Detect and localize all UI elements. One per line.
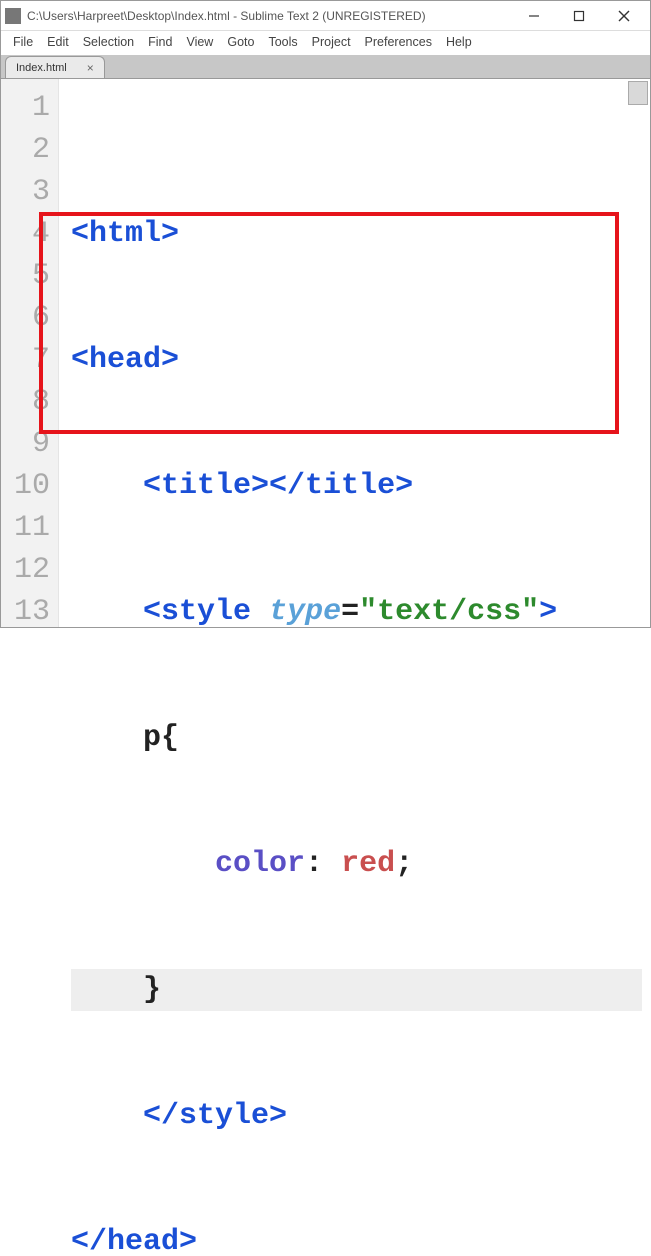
line-number: 11: [1, 507, 58, 549]
code-line: </head>: [71, 1221, 642, 1256]
tab-close-icon[interactable]: ×: [87, 61, 94, 75]
minimize-button[interactable]: [511, 2, 556, 30]
code-editor[interactable]: <html> <head> <title></title> <style typ…: [59, 79, 650, 627]
code-line: </style>: [71, 1095, 642, 1137]
code-line: <head>: [71, 339, 642, 381]
menu-edit[interactable]: Edit: [41, 33, 75, 51]
line-number: 5: [1, 255, 58, 297]
title-bar: C:\Users\Harpreet\Desktop\Index.html - S…: [1, 1, 650, 31]
line-number: 3: [1, 171, 58, 213]
code-line: }: [71, 969, 642, 1011]
close-button[interactable]: [601, 2, 646, 30]
window-buttons: [511, 2, 646, 30]
menu-find[interactable]: Find: [142, 33, 178, 51]
menu-view[interactable]: View: [180, 33, 219, 51]
line-number: 10: [1, 465, 58, 507]
window-title: C:\Users\Harpreet\Desktop\Index.html - S…: [27, 9, 511, 23]
menu-project[interactable]: Project: [306, 33, 357, 51]
code-line: <html>: [71, 213, 642, 255]
menu-tools[interactable]: Tools: [262, 33, 303, 51]
line-number: 4: [1, 213, 58, 255]
code-line: p{: [71, 717, 642, 759]
line-number-gutter: 1 2 3 4 5 6 7 8 9 10 11 12 13: [1, 79, 59, 627]
minimap[interactable]: [628, 81, 648, 105]
line-number: 6: [1, 297, 58, 339]
menu-goto[interactable]: Goto: [221, 33, 260, 51]
code-line: <title></title>: [71, 465, 642, 507]
line-number: 13: [1, 591, 58, 633]
line-number: 7: [1, 339, 58, 381]
menu-selection[interactable]: Selection: [77, 33, 140, 51]
menu-preferences[interactable]: Preferences: [359, 33, 438, 51]
menu-bar: File Edit Selection Find View Goto Tools…: [1, 31, 650, 55]
line-number: 2: [1, 129, 58, 171]
line-number: 8: [1, 381, 58, 423]
app-icon: [5, 8, 21, 24]
tab-bar: Index.html ×: [1, 55, 650, 79]
tab-label: Index.html: [16, 62, 67, 74]
maximize-button[interactable]: [556, 2, 601, 30]
menu-help[interactable]: Help: [440, 33, 478, 51]
line-number: 9: [1, 423, 58, 465]
code-line: <style type="text/css">: [71, 591, 642, 633]
code-line: color: red;: [71, 843, 642, 885]
line-number: 12: [1, 549, 58, 591]
menu-file[interactable]: File: [7, 33, 39, 51]
tab-index-html[interactable]: Index.html ×: [5, 56, 105, 78]
line-number: 1: [1, 87, 58, 129]
editor-area[interactable]: 1 2 3 4 5 6 7 8 9 10 11 12 13 <html> <he…: [1, 79, 650, 627]
